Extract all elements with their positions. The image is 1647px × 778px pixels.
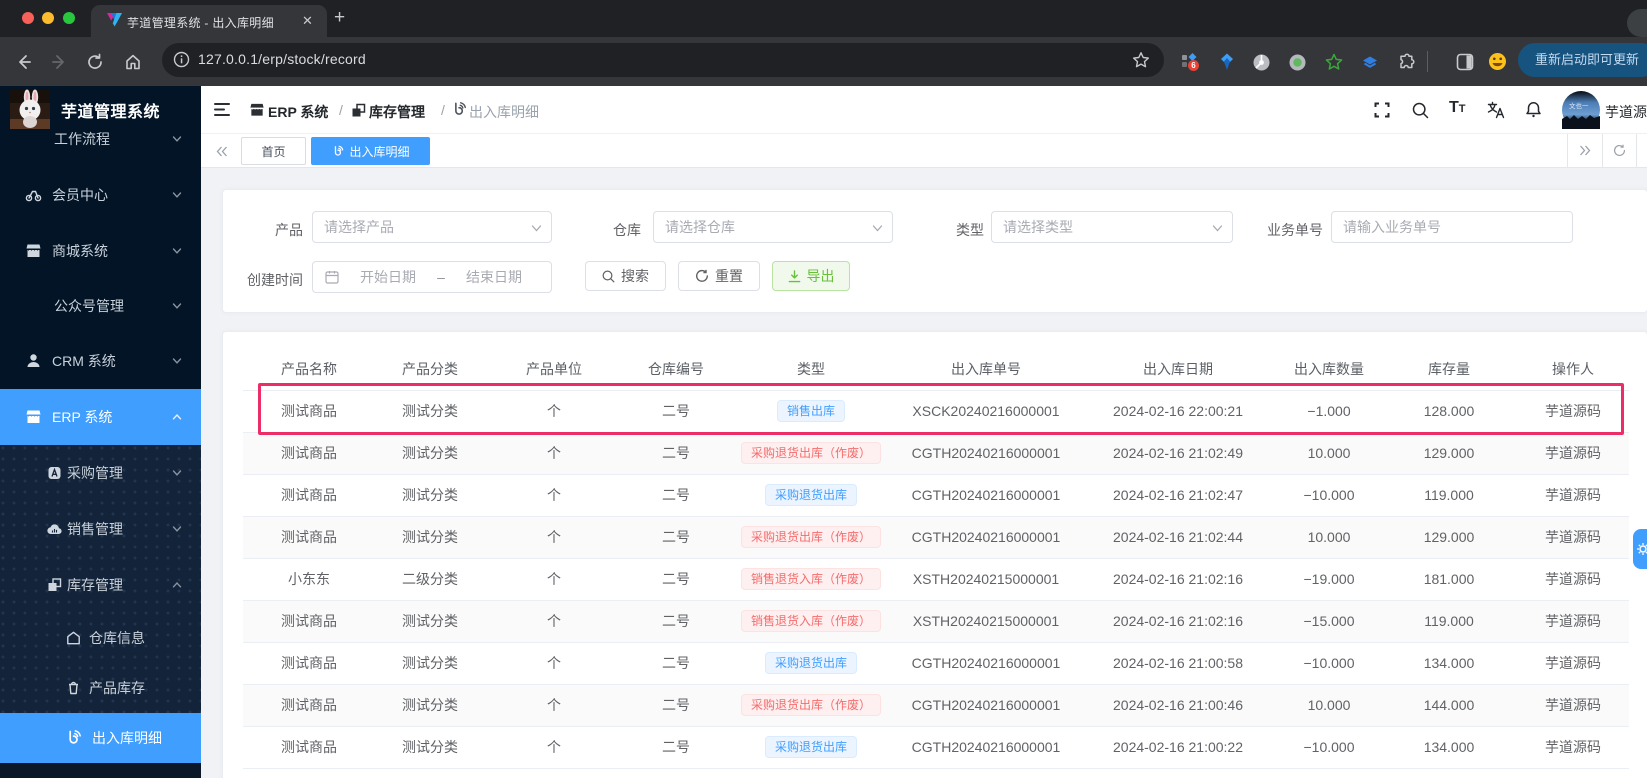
svg-text:文也一: 文也一 (1569, 101, 1589, 110)
svg-text:6: 6 (1191, 61, 1196, 70)
